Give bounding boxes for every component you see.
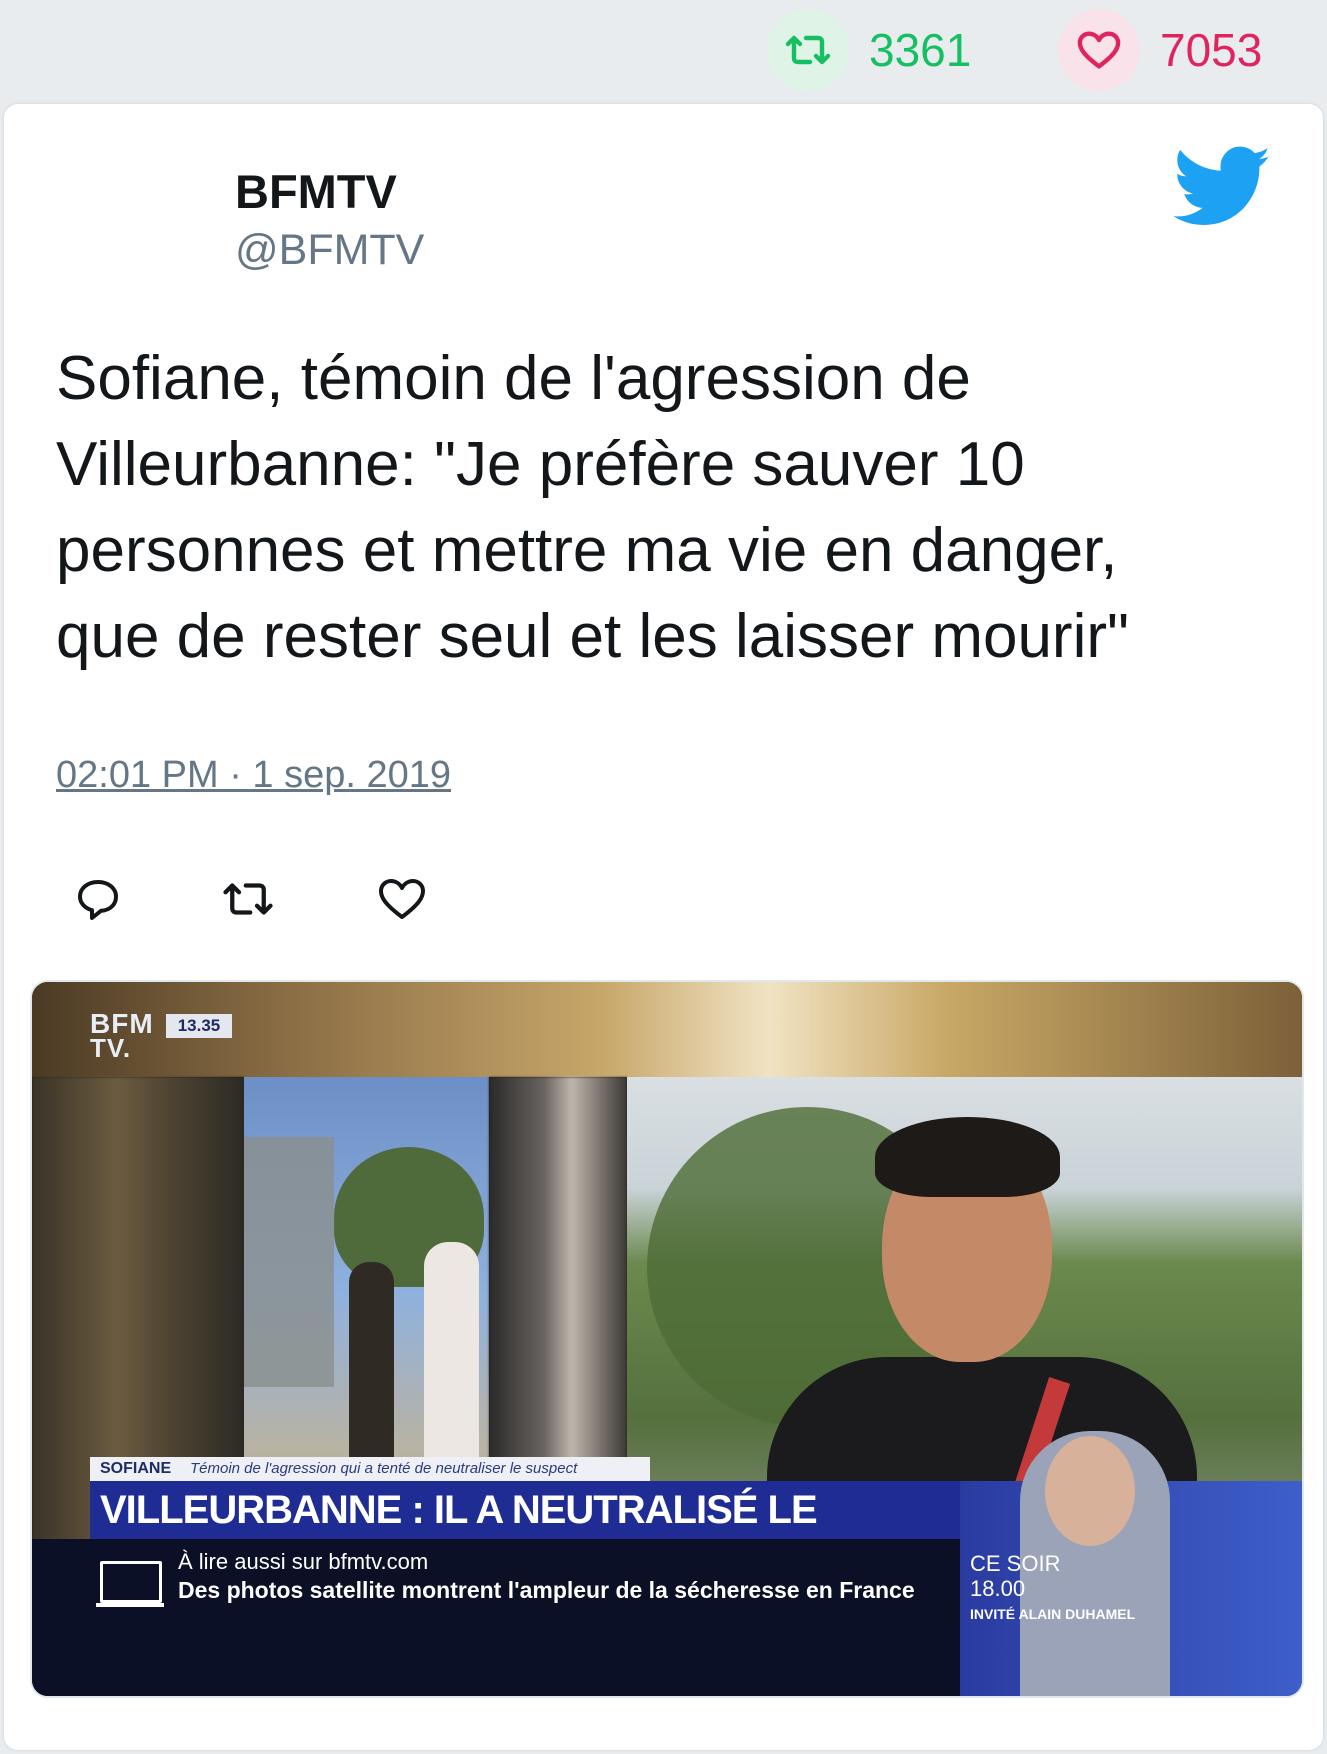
ticker-line-1: À lire aussi sur bfmtv.com	[178, 1549, 429, 1574]
ticker-line-2: Des photos satellite montrent l'ampleur …	[178, 1577, 915, 1603]
engagement-stats-bar: 3361 7053	[0, 0, 1327, 100]
twitter-bird-icon[interactable]	[1173, 144, 1272, 230]
lower-third-name: SOFIANE	[100, 1460, 172, 1477]
heart-icon[interactable]	[374, 871, 430, 927]
like-count: 7053	[1160, 24, 1263, 76]
tweet-media-image[interactable]: BFM TV. 13.35 SOFIANE Témoin de l'agress…	[30, 980, 1304, 1698]
lower-third-role: Témoin de l'agression qui a tenté de neu…	[190, 1460, 578, 1477]
news-ticker: À lire aussi sur bfmtv.com Des photos sa…	[32, 1539, 972, 1696]
promo-line-3: INVITÉ ALAIN DUHAMEL	[970, 1606, 1136, 1622]
promo-line-2: 18.00	[970, 1576, 1026, 1601]
promo-line-1: CE SOIR	[970, 1551, 1061, 1576]
tweet-timestamp[interactable]: 02:01 PM · 1 sep. 2019	[56, 754, 451, 797]
channel-logo-line2: TV.	[90, 1033, 132, 1063]
author-handle[interactable]: @BFMTV	[235, 226, 424, 275]
reply-icon[interactable]	[70, 871, 126, 927]
like-stat[interactable]: 7053	[1058, 0, 1262, 100]
author-name[interactable]: BFMTV	[235, 164, 397, 219]
headline-bar: VILLEURBANNE : IL A NEUTRALISÉ LE SUSPEC…	[90, 1481, 960, 1590]
building-shape	[244, 1137, 334, 1387]
tv-icon-base	[96, 1603, 164, 1607]
tweet-card: BFMTV @BFMTV Sofiane, témoin de l'agress…	[4, 104, 1323, 1750]
channel-logo: BFM TV.	[90, 1010, 154, 1063]
heart-icon[interactable]	[1058, 9, 1140, 91]
guest-head	[1045, 1436, 1135, 1546]
retweet-count: 3361	[869, 24, 972, 76]
retweet-stat[interactable]: 3361	[767, 0, 971, 100]
tonight-promo: CE SOIR 18.00 INVITÉ ALAIN DUHAMEL	[960, 1431, 1302, 1696]
broadcast-clock: 13.35	[166, 1014, 232, 1038]
lower-third-name-bar: SOFIANE Témoin de l'agression qui a tent…	[90, 1457, 650, 1481]
retweet-icon[interactable]	[767, 9, 849, 91]
tv-icon	[100, 1561, 162, 1603]
tweet-text: Sofiane, témoin de l'agression de Villeu…	[56, 344, 1130, 671]
interviewee-hair	[875, 1117, 1060, 1197]
retweet-icon[interactable]	[220, 871, 276, 927]
